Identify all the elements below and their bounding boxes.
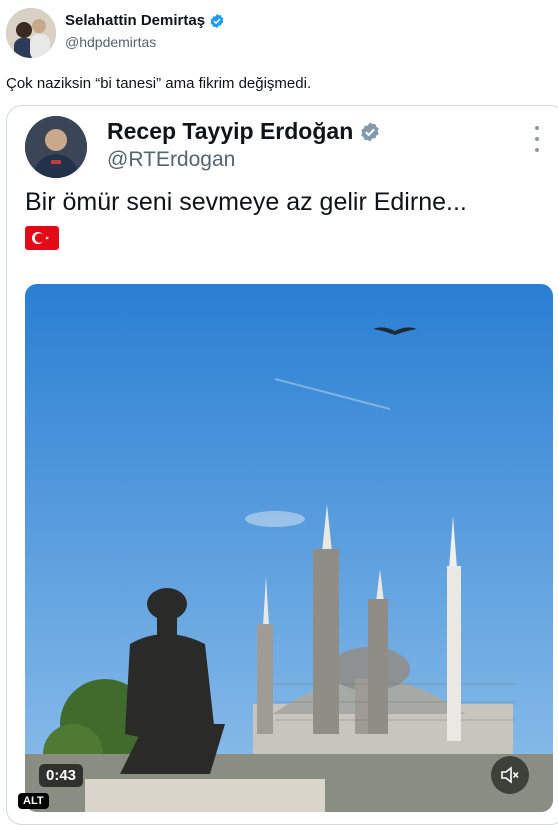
- author-handle[interactable]: @hdpdemirtas: [65, 34, 156, 50]
- turkey-flag-icon: [25, 226, 59, 250]
- verified-badge-icon: [210, 13, 224, 28]
- quoted-author-handle[interactable]: @RTErdogan: [107, 148, 235, 172]
- quoted-post-card[interactable]: Recep Tayyip Erdoğan @RTErdogan Bir ömür…: [6, 105, 558, 825]
- speaker-muted-icon: [501, 766, 519, 784]
- quoted-post-text: Bir ömür seni sevmeye az gelir Edirne...: [25, 188, 467, 216]
- author-avatar[interactable]: [6, 8, 56, 58]
- government-verified-badge-icon: [361, 121, 379, 142]
- quoted-author-avatar[interactable]: [25, 116, 87, 178]
- author-name[interactable]: Selahattin Demirtaş: [65, 12, 225, 29]
- video-frame-image: [25, 284, 553, 812]
- post-text: Çok naziksin “bi tanesi” ama fikrim deği…: [6, 75, 312, 92]
- quoted-author-name[interactable]: Recep Tayyip Erdoğan: [107, 118, 381, 145]
- quoted-author-name-text: Recep Tayyip Erdoğan: [107, 118, 354, 144]
- alt-text-badge[interactable]: ALT: [18, 793, 49, 809]
- video-duration: 0:43: [39, 764, 84, 787]
- more-options-icon[interactable]: [532, 126, 542, 152]
- mute-button[interactable]: [491, 756, 529, 794]
- video-player[interactable]: 0:43: [25, 284, 553, 812]
- author-name-text: Selahattin Demirtaş: [65, 12, 206, 29]
